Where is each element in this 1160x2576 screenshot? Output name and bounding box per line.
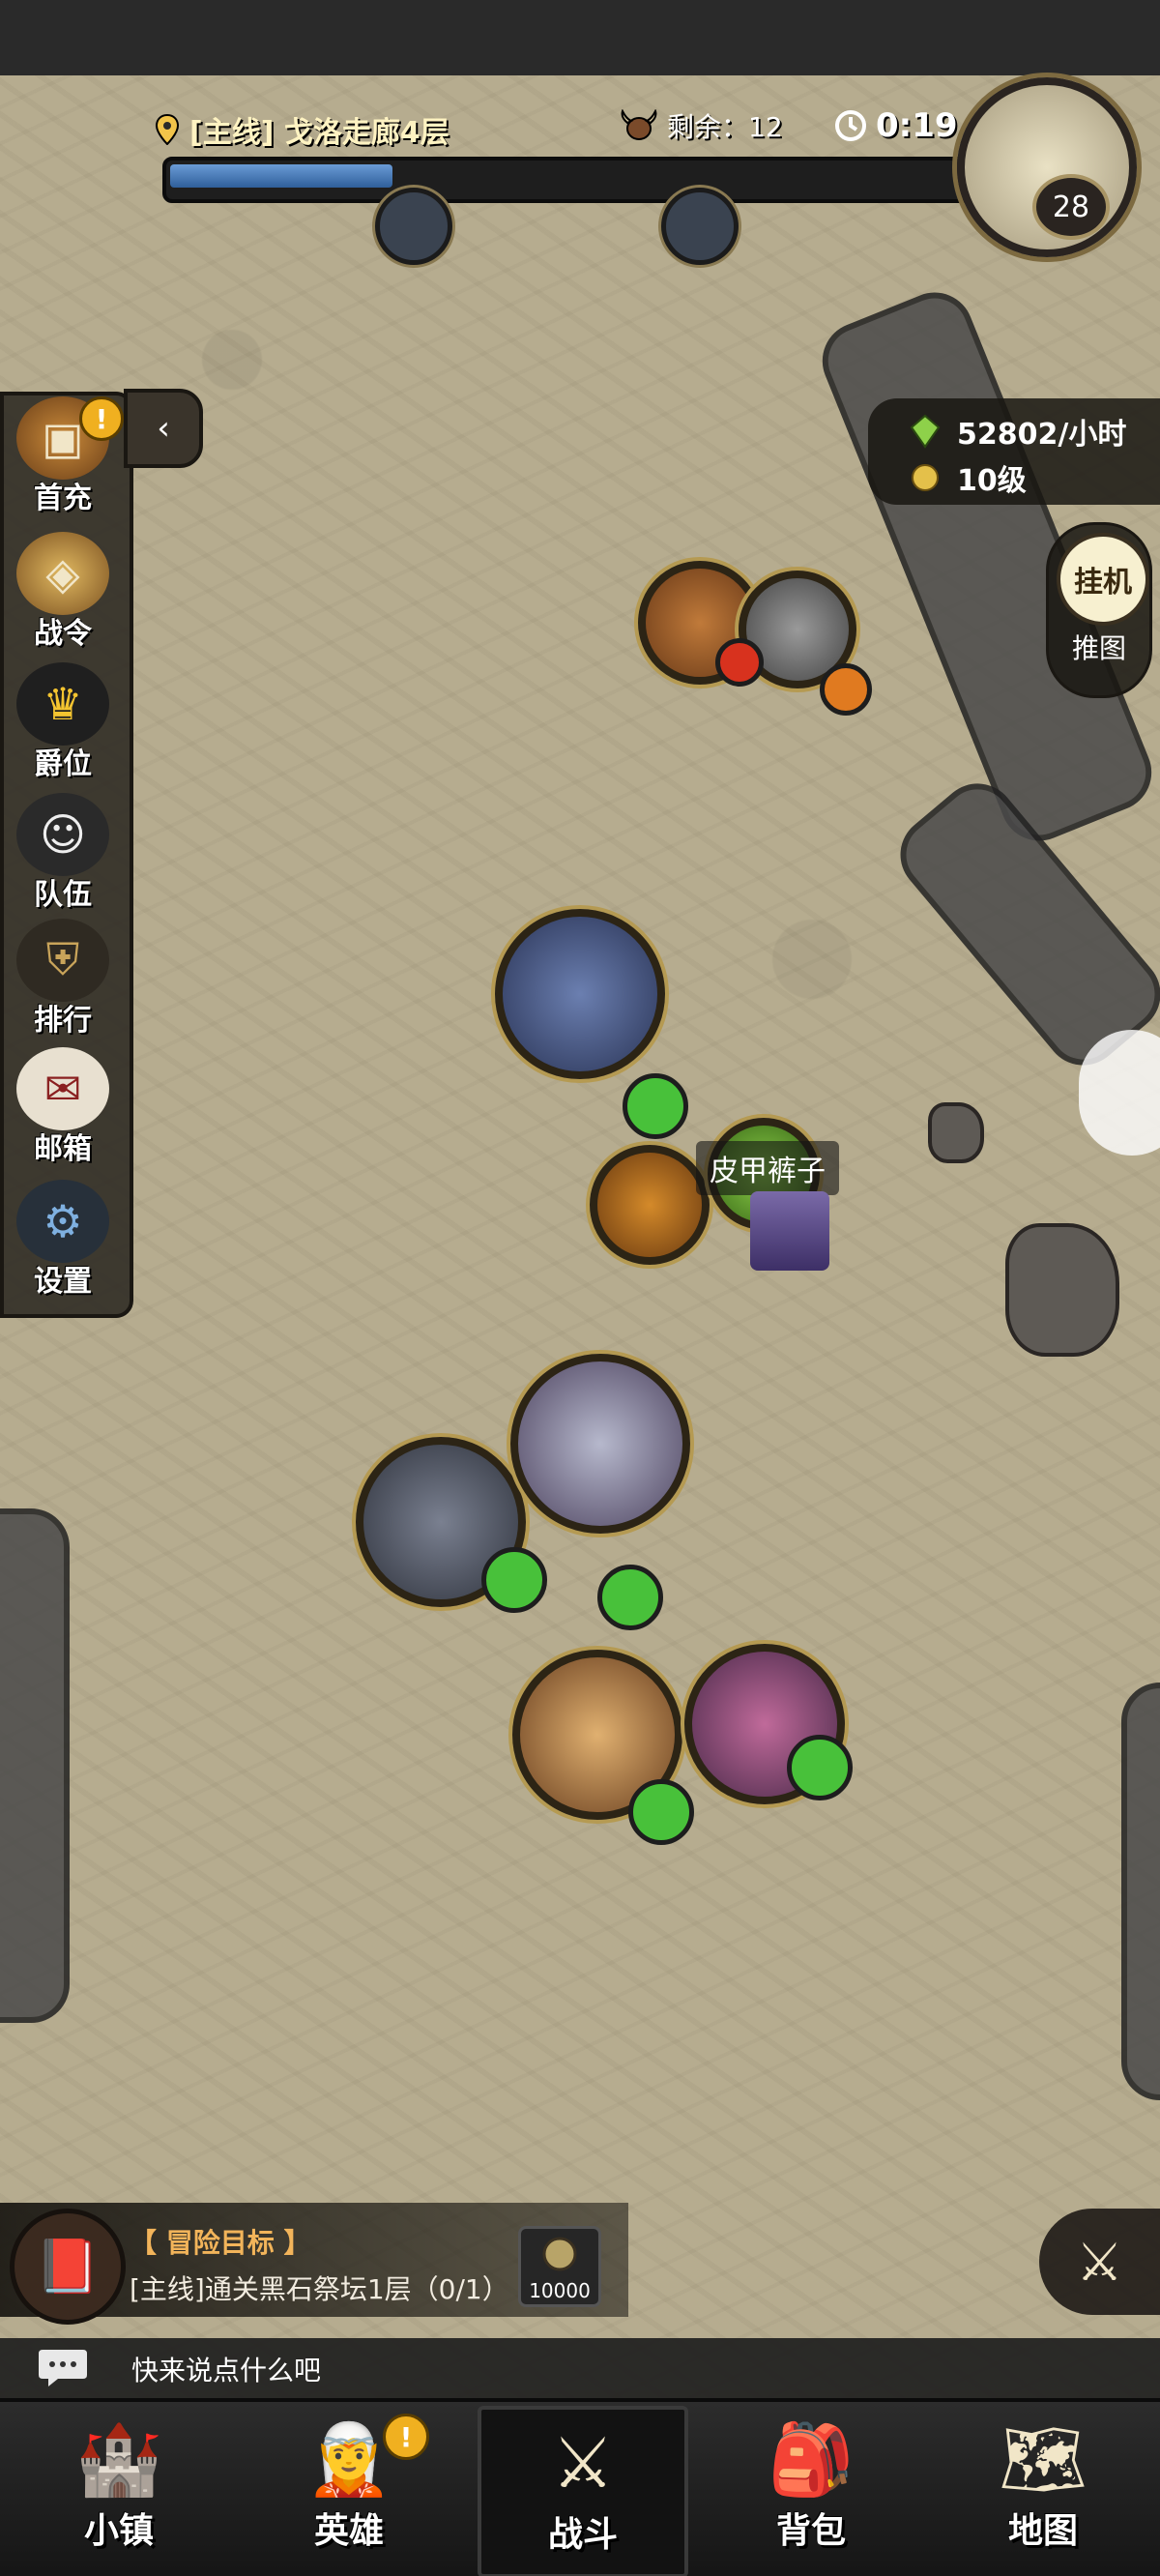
gold-coin-icon (542, 2237, 577, 2271)
first-recharge-alert: ! (79, 396, 124, 441)
nav-label: 地图 (1007, 2511, 1078, 2551)
hero-hp-indicator (787, 1735, 853, 1800)
crossed-swords-icon: ⚔ (1076, 2231, 1123, 2293)
clock-icon (835, 110, 866, 141)
boss-node-2[interactable] (661, 188, 739, 265)
nav-town[interactable]: 🏰 小镇 (17, 2406, 220, 2570)
nav-backpack[interactable]: 🎒 背包 (710, 2406, 913, 2570)
income-rate: 52802/小时 (957, 418, 1127, 452)
idle-panel: 挂机 推图 (1046, 522, 1152, 698)
nav-label: 英雄 (313, 2511, 384, 2551)
bull-head-icon (621, 109, 657, 140)
menu-label: 设置 (34, 1265, 92, 1299)
crossed-swords-icon: ⚔ (551, 2422, 615, 2503)
quest-indicator: [主线] 戈洛走廊4层 (155, 106, 450, 153)
heroes-alert: ! (383, 2414, 429, 2460)
menu-label: 首充 (34, 482, 92, 515)
menu-label: 爵位 (34, 747, 92, 781)
boulder (928, 1102, 984, 1163)
menu-label: 排行 (34, 1004, 92, 1038)
green-crystal-icon (910, 414, 941, 449)
idle-button[interactable]: 挂机 (1057, 533, 1149, 626)
income-level: 10级 (957, 464, 1027, 498)
rock-wall-left (0, 1508, 70, 2023)
hero-hp-indicator (628, 1779, 694, 1845)
backpack-icon: 🎒 (768, 2417, 855, 2500)
battle-pass-crest-icon: ◈ (16, 532, 109, 615)
push-stage-button[interactable]: 推图 (1049, 628, 1149, 666)
menu-label: 队伍 (34, 878, 92, 912)
stage-timer: 0:19 (833, 106, 958, 145)
penguin-chat-icon[interactable] (1079, 1030, 1160, 1156)
map-scroll-icon: 🗺 (999, 2417, 1088, 2500)
enemy-status-orange (820, 663, 872, 716)
nav-battle[interactable]: ⚔ 战斗 (478, 2406, 688, 2576)
menu-item-title[interactable]: ♛ 爵位 (6, 662, 120, 788)
menu-label: 战令 (34, 617, 92, 651)
remaining-enemies: 剩余：12 (619, 106, 783, 145)
crown-icon: ♛ (16, 662, 109, 746)
income-level-row: 10级 (907, 456, 1027, 499)
collapse-arrow-icon: ‹ (157, 409, 170, 448)
menu-item-ranking[interactable]: ⛨ 排行 (6, 919, 120, 1044)
enemy-status-red (715, 638, 764, 687)
player-level-badge: 28 (1032, 174, 1110, 240)
gold-coin-icon (912, 464, 939, 491)
chat-input[interactable]: 快来说点什么吧 (131, 2350, 321, 2388)
challenge-boss-button[interactable]: ⚔ (1039, 2209, 1160, 2315)
nav-map[interactable]: 🗺 地图 (942, 2406, 1145, 2570)
quest-book-icon[interactable]: 📕 (10, 2209, 126, 2325)
menu-item-mailbox[interactable]: ✉ 邮箱 (6, 1047, 120, 1173)
menu-item-battle-pass[interactable]: ◈ 战令 (6, 532, 120, 658)
boss-node-1[interactable] (375, 188, 452, 265)
income-rate-row: 52802/小时 (907, 410, 1126, 453)
town-icon: 🏰 (75, 2417, 162, 2500)
nav-label: 小镇 (83, 2511, 154, 2551)
mail-envelope-icon: ✉ (16, 1047, 109, 1130)
hero-blue-hair-token[interactable] (495, 909, 665, 1079)
adventure-goal-description: [主线]通关黑石祭坛1层（0/1） (130, 2273, 509, 2305)
game-screen: [主线] 戈洛走廊4层 剩余：12 0:19 28 ‹ ▣ 首充 ! ◈ 战令 … (0, 0, 1160, 2576)
hero-hp-indicator (597, 1565, 663, 1630)
location-pin-icon (155, 114, 180, 145)
remaining-count: 剩余：12 (667, 111, 783, 143)
nav-label: 背包 (775, 2511, 846, 2551)
menu-label: 邮箱 (34, 1132, 92, 1166)
hero-pale-elf-token[interactable] (510, 1354, 690, 1534)
boulder (1005, 1223, 1119, 1357)
reward-amount: 10000 (529, 2279, 591, 2302)
stage-progress-bar (162, 157, 972, 203)
item-drop-label: 皮甲裤子 (696, 1141, 839, 1195)
status-strip (0, 0, 1160, 75)
idle-income-panel[interactable]: 52802/小时 10级 (868, 398, 1160, 505)
chat-bubble-icon[interactable] (37, 2346, 89, 2388)
rock-wall-right-bottom (1121, 1683, 1160, 2100)
adventure-goal-title: 【 冒险目标 】 (130, 2227, 311, 2259)
stage-progress-fill (170, 164, 392, 188)
hero-lion-token[interactable] (590, 1145, 710, 1265)
hero-hp-indicator (623, 1073, 688, 1139)
team-faces-icon: ☺ (16, 793, 109, 876)
menu-item-team[interactable]: ☺ 队伍 (6, 793, 120, 919)
side-menu-toggle[interactable]: ‹ (124, 389, 203, 468)
gear-icon: ⚙ (16, 1180, 109, 1263)
goal-reward-coins[interactable]: 10000 (518, 2226, 601, 2307)
menu-item-settings[interactable]: ⚙ 设置 (6, 1180, 120, 1305)
hero-hp-indicator (481, 1547, 547, 1613)
nav-label: 战斗 (547, 2515, 618, 2555)
leather-pants-icon[interactable] (750, 1191, 829, 1271)
timer-value: 0:19 (876, 106, 958, 145)
quest-label: [主线] 戈洛走廊4层 (189, 116, 450, 150)
ranking-shield-icon: ⛨ (16, 919, 109, 1002)
